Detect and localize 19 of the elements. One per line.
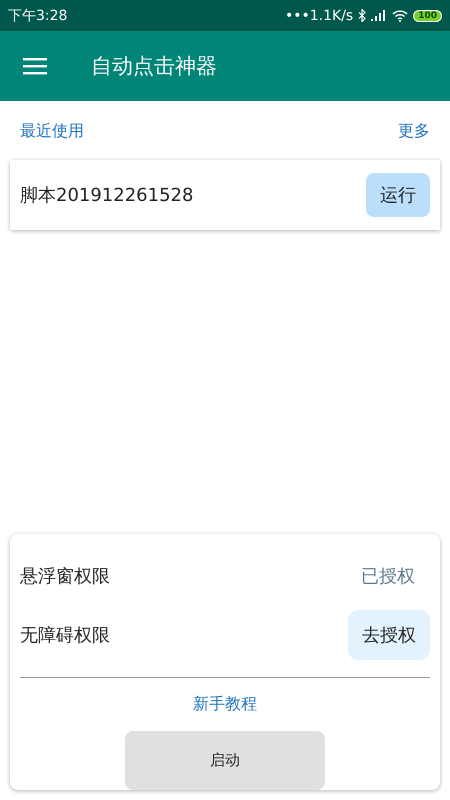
run-button[interactable]: 运行 <box>366 173 430 217</box>
wifi-icon <box>392 10 408 22</box>
grant-button[interactable]: 去授权 <box>348 610 430 660</box>
section-heading: 最近使用 <box>20 121 84 142</box>
status-time: 下午3:28 <box>8 6 68 24</box>
menu-icon <box>23 57 47 75</box>
permission-status: 已授权 <box>360 564 416 588</box>
app-title: 自动点击神器 <box>91 53 217 80</box>
bluetooth-icon <box>358 9 366 22</box>
permission-label: 悬浮窗权限 <box>20 564 110 588</box>
menu-button[interactable] <box>23 57 47 75</box>
more-link[interactable]: 更多 <box>398 121 430 142</box>
script-name: 脚本201912261528 <box>20 184 194 207</box>
signal-icon <box>371 10 388 21</box>
start-button[interactable]: 启动 <box>125 730 325 790</box>
tutorial-link[interactable]: 新手教程 <box>193 694 257 715</box>
battery-indicator: 100 <box>413 10 442 22</box>
permission-label: 无障碍权限 <box>20 624 110 647</box>
network-speed: •••1.1K/s <box>284 8 354 24</box>
